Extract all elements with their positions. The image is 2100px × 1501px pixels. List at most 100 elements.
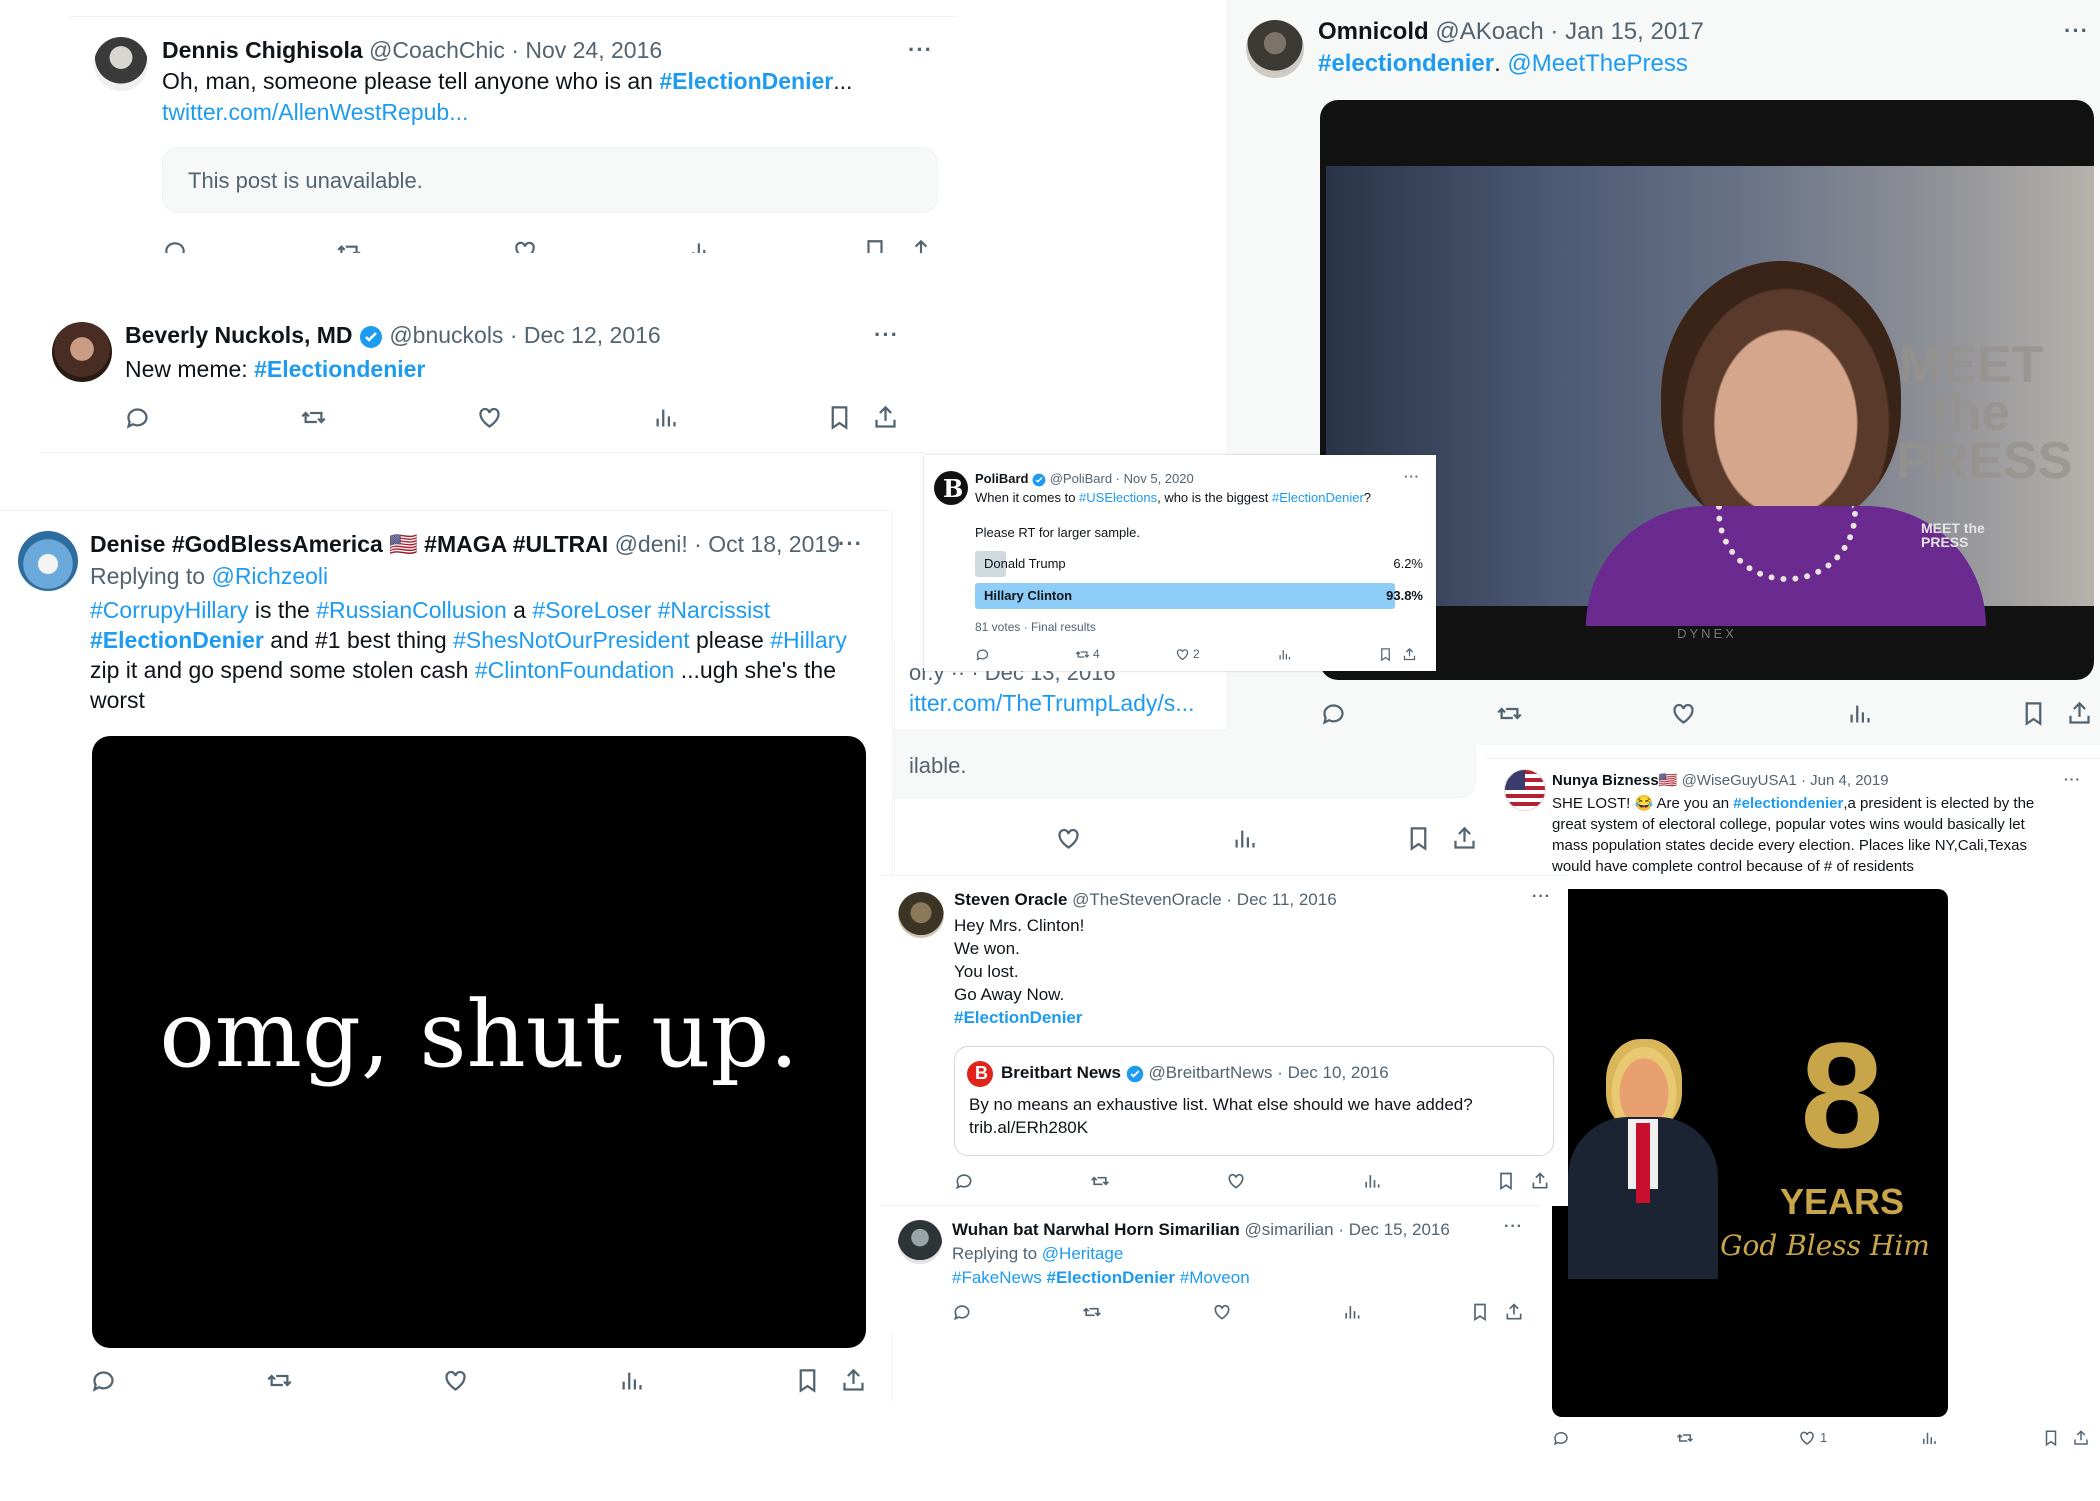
hashtag-link[interactable]: #ElectionDenier [1047, 1268, 1176, 1287]
quote-link[interactable]: trib.al/ERh280K [969, 1118, 1088, 1138]
retweet-icon[interactable] [336, 238, 362, 253]
retweet-icon[interactable] [1075, 647, 1090, 662]
hashtag-link[interactable]: #Narcissist [658, 597, 770, 623]
retweet-icon[interactable] [266, 1367, 293, 1394]
quote-author-handle[interactable]: @BreitbartNews [1148, 1063, 1272, 1082]
hashtag-link[interactable]: #ElectionDenier [954, 1008, 1083, 1028]
author-name[interactable]: Steven Oracle [954, 890, 1067, 909]
like-icon[interactable] [1212, 1302, 1232, 1322]
fragment-link[interactable]: itter.com/TheTrumpLady/s... [909, 690, 1194, 717]
views-icon[interactable] [618, 1367, 645, 1394]
more-options-icon[interactable]: ··· [2064, 18, 2089, 44]
tweet-wuhan[interactable]: Wuhan bat Narwhal Horn Simarilian @simar… [880, 1205, 1540, 1334]
quote-tweet[interactable]: B Breitbart News @BreitbartNews · Dec 10… [954, 1046, 1554, 1156]
views-icon[interactable] [1342, 1302, 1362, 1322]
author-name[interactable]: Beverly Nuckols, MD [125, 322, 353, 348]
quote-author-name[interactable]: Breitbart News [1001, 1063, 1121, 1082]
tweet-media-image[interactable]: MEET the PRESS MEET the PRESS DYNEX [1320, 100, 2094, 680]
hashtag-link[interactable]: #ClintonFoundation [475, 657, 674, 683]
like-icon[interactable] [1670, 700, 1697, 727]
avatar[interactable] [898, 1220, 942, 1264]
like-icon[interactable] [1175, 647, 1190, 662]
hashtag-link[interactable]: #Moveon [1180, 1268, 1250, 1287]
author-handle[interactable]: @simarilian [1245, 1220, 1334, 1239]
bookmark-icon[interactable] [794, 1367, 821, 1394]
hashtag-link[interactable]: #electiondenier [1318, 50, 1494, 77]
bookmark-icon[interactable] [2042, 1429, 2060, 1447]
reply-icon[interactable] [954, 1171, 974, 1191]
avatar[interactable]: B [934, 471, 968, 505]
more-options-icon[interactable]: ··· [2064, 771, 2081, 787]
hashtag-link[interactable]: #ElectionDenier [1272, 490, 1364, 505]
reply-icon[interactable] [975, 647, 990, 662]
hashtag-link[interactable]: #SoreLoser [532, 597, 651, 623]
avatar[interactable] [94, 37, 148, 91]
views-icon[interactable] [1231, 825, 1258, 852]
bookmark-icon[interactable] [862, 238, 888, 253]
timestamp[interactable]: Dec 11, 2016 [1237, 890, 1337, 909]
avatar[interactable] [52, 322, 112, 382]
author-handle[interactable]: @WiseGuyUSA1 [1682, 772, 1797, 789]
hashtag-link[interactable]: #electiondenier [1733, 795, 1843, 812]
hashtag-link[interactable]: #RussianCollusion [316, 597, 507, 623]
share-icon[interactable] [840, 1367, 867, 1394]
mention-link[interactable]: @MeetThePress [1507, 50, 1687, 77]
author-handle[interactable]: @deni! [615, 531, 688, 557]
timestamp[interactable]: Dec 15, 2016 [1349, 1220, 1450, 1239]
more-options-icon[interactable]: ··· [874, 322, 899, 348]
author-name[interactable]: PoliBard [975, 471, 1028, 486]
avatar[interactable] [1504, 769, 1546, 811]
hashtag-link[interactable]: #ElectionDenier [659, 68, 833, 94]
tweet-denise[interactable]: Denise #GodBlessAmerica 🇺🇸 #MAGA #ULTRAI… [0, 510, 893, 1401]
timestamp[interactable]: Oct 18, 2019 [708, 531, 840, 557]
tweet-beverly[interactable]: Beverly Nuckols, MD @bnuckols · Dec 12, … [40, 306, 925, 453]
more-options-icon[interactable]: ··· [1404, 469, 1420, 484]
avatar[interactable] [18, 531, 78, 591]
hashtag-link[interactable]: #ShesNotOurPresident [453, 627, 690, 653]
share-icon[interactable] [2066, 700, 2093, 727]
author-handle[interactable]: @TheStevenOracle [1072, 890, 1222, 909]
hashtag-link[interactable]: #Hillary [770, 627, 847, 653]
retweet-icon[interactable] [1090, 1171, 1110, 1191]
views-icon[interactable] [1362, 1171, 1382, 1191]
tweet-dennis[interactable]: Dennis Chighisola @CoachChic · Nov 24, 2… [68, 16, 958, 253]
views-icon[interactable] [652, 404, 679, 431]
author-name[interactable]: Omnicold [1318, 18, 1429, 45]
hashtag-link[interactable]: #USElections [1079, 490, 1157, 505]
reply-icon[interactable] [1552, 1429, 1570, 1447]
tweet-media-image[interactable]: omg, shut up. [92, 736, 866, 1348]
author-handle[interactable]: @CoachChic [369, 37, 505, 63]
timestamp[interactable]: Nov 24, 2016 [525, 37, 662, 63]
author-name[interactable]: Nunya Bizness🇺🇸 [1552, 772, 1677, 789]
views-icon[interactable] [688, 238, 714, 253]
share-icon[interactable] [2072, 1429, 2090, 1447]
more-options-icon[interactable]: ··· [1532, 888, 1551, 906]
author-handle[interactable]: @bnuckols [389, 322, 503, 348]
author-name[interactable]: Wuhan bat Narwhal Horn Simarilian [952, 1220, 1240, 1239]
bookmark-icon[interactable] [1496, 1171, 1516, 1191]
bookmark-icon[interactable] [1378, 647, 1393, 662]
like-icon[interactable] [476, 404, 503, 431]
bookmark-icon[interactable] [826, 404, 853, 431]
like-icon[interactable] [1798, 1429, 1816, 1447]
reply-icon[interactable] [1320, 700, 1347, 727]
share-icon[interactable] [1504, 1302, 1524, 1322]
reply-icon[interactable] [162, 238, 188, 253]
timestamp[interactable]: Nov 5, 2020 [1124, 471, 1194, 486]
bookmark-icon[interactable] [1470, 1302, 1490, 1322]
reply-icon[interactable] [90, 1367, 117, 1394]
like-icon[interactable] [1055, 825, 1082, 852]
share-icon[interactable] [1530, 1171, 1550, 1191]
more-options-icon[interactable]: ··· [1504, 1218, 1523, 1236]
tweet-steven[interactable]: Steven Oracle @TheStevenOracle · Dec 11,… [880, 875, 1568, 1206]
share-icon[interactable] [1451, 825, 1478, 852]
tweet-polibard-poll[interactable]: B PoliBard @PoliBard · Nov 5, 2020 ··· W… [924, 455, 1436, 671]
reply-mention-link[interactable]: @Richzeoli [211, 563, 328, 589]
more-options-icon[interactable]: ··· [908, 37, 933, 63]
like-icon[interactable] [1226, 1171, 1246, 1191]
author-handle[interactable]: @PoliBard [1050, 471, 1112, 486]
hashtag-link[interactable]: #FakeNews [952, 1268, 1042, 1287]
tweet-media-image[interactable]: 8 YEARS God Bless Him [1552, 889, 1948, 1417]
like-icon[interactable] [512, 238, 538, 253]
share-icon[interactable] [908, 238, 934, 253]
